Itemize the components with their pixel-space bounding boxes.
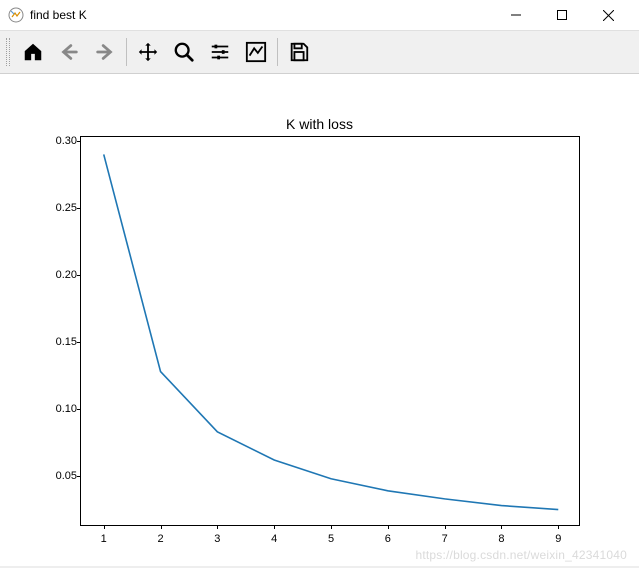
minimize-button[interactable] <box>493 0 539 30</box>
ytick-mark <box>77 208 81 209</box>
ytick-label: 0.30 <box>41 135 77 147</box>
move-icon <box>137 41 159 63</box>
xtick-label: 4 <box>271 533 277 545</box>
home-button[interactable] <box>16 35 50 69</box>
xtick-label: 5 <box>328 533 334 545</box>
window-titlebar: find best K <box>0 0 639 30</box>
ytick-mark <box>77 275 81 276</box>
xtick-label: 2 <box>157 533 163 545</box>
ytick-label: 0.20 <box>41 269 77 281</box>
xtick-label: 1 <box>101 533 107 545</box>
save-button[interactable] <box>282 35 316 69</box>
ytick-label: 0.10 <box>41 403 77 415</box>
magnify-icon <box>173 41 195 63</box>
matplotlib-toolbar <box>0 30 639 74</box>
xtick-label: 3 <box>214 533 220 545</box>
chart-line-icon <box>245 41 267 63</box>
window-controls <box>493 0 631 30</box>
watermark-text: https://blog.csdn.net/weixin_42341040 <box>415 548 627 562</box>
ytick-label: 0.05 <box>41 470 77 482</box>
xtick-label: 7 <box>442 533 448 545</box>
close-button[interactable] <box>585 0 631 30</box>
ytick-mark <box>77 476 81 477</box>
xtick-mark <box>104 525 105 529</box>
ytick-mark <box>77 342 81 343</box>
toolbar-separator <box>277 38 278 66</box>
chart-axes[interactable]: 0.050.100.150.200.250.30123456789 <box>80 136 580 526</box>
sliders-icon <box>209 41 231 63</box>
xtick-mark <box>161 525 162 529</box>
ytick-label: 0.25 <box>41 202 77 214</box>
maximize-button[interactable] <box>539 0 585 30</box>
xtick-mark <box>274 525 275 529</box>
ytick-mark <box>77 409 81 410</box>
pan-button[interactable] <box>131 35 165 69</box>
xtick-mark <box>331 525 332 529</box>
home-icon <box>22 41 44 63</box>
save-icon <box>288 41 310 63</box>
xtick-mark <box>558 525 559 529</box>
toolbar-handle <box>6 38 10 66</box>
window-title: find best K <box>30 8 493 22</box>
arrow-right-icon <box>94 41 116 63</box>
xtick-mark <box>445 525 446 529</box>
xtick-label: 6 <box>385 533 391 545</box>
plot-area: K with loss 0.050.100.150.200.250.301234… <box>0 74 639 568</box>
xtick-mark <box>217 525 218 529</box>
forward-button[interactable] <box>88 35 122 69</box>
chart-title: K with loss <box>0 116 639 132</box>
ytick-mark <box>77 141 81 142</box>
data-line <box>104 154 559 509</box>
edit-axes-button[interactable] <box>239 35 273 69</box>
xtick-label: 8 <box>498 533 504 545</box>
app-icon <box>8 7 24 23</box>
toolbar-separator <box>126 38 127 66</box>
configure-subplots-button[interactable] <box>203 35 237 69</box>
xtick-label: 9 <box>555 533 561 545</box>
zoom-button[interactable] <box>167 35 201 69</box>
back-button[interactable] <box>52 35 86 69</box>
chart-canvas <box>81 137 581 527</box>
ytick-label: 0.15 <box>41 336 77 348</box>
arrow-left-icon <box>58 41 80 63</box>
xtick-mark <box>501 525 502 529</box>
xtick-mark <box>388 525 389 529</box>
